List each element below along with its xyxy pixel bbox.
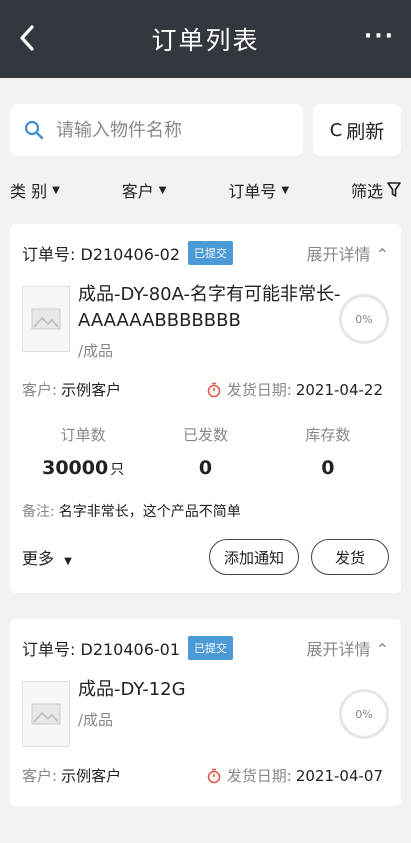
- more-menu-button[interactable]: ···: [364, 24, 395, 49]
- product-category: /成品: [78, 711, 114, 729]
- product-category: /成品: [78, 342, 114, 360]
- chevron-up-icon: ⌃: [375, 245, 389, 264]
- caret-down-icon: ▼: [281, 184, 290, 196]
- caret-down-icon: ▼: [158, 184, 167, 196]
- stat-shipped: 已发数 0: [182, 426, 228, 479]
- product-row: 成品-DY-80A-名字有可能非常长-AAAAAABBBBBBB /成品 0%: [22, 282, 389, 361]
- back-button[interactable]: [10, 18, 44, 58]
- expand-details-link[interactable]: 展开详情 ⌃: [306, 636, 389, 660]
- ship-date: 发货日期: 2021-04-22: [207, 379, 383, 400]
- filter-category-label: 类 别: [10, 182, 48, 201]
- refresh-icon: C: [329, 119, 343, 141]
- image-icon: [31, 308, 61, 330]
- status-badge: 已提交: [188, 636, 234, 660]
- ship-date: 发货日期: 2021-04-07: [207, 765, 383, 786]
- stat-stock: 库存数 0: [305, 426, 351, 479]
- timer-icon: [207, 768, 221, 783]
- order-card: 订单号: D210406-02 已提交 展开详情 ⌃ 成品-DY-80A-名字有…: [10, 224, 401, 593]
- caret-down-icon: ▼: [64, 556, 72, 567]
- order-actions: 更多 ▼ 添加通知 发货: [22, 521, 389, 593]
- top-bar: 订单列表 ···: [0, 0, 411, 78]
- order-number: 订单号: D210406-01: [22, 640, 181, 659]
- order-remark: 备注: 名字非常长，这个产品不简单: [22, 504, 241, 520]
- ship-button[interactable]: 发货: [311, 539, 389, 575]
- timer-icon: [207, 382, 221, 397]
- refresh-button[interactable]: C 刷新: [313, 104, 401, 156]
- product-row: 成品-DY-12G /成品 0%: [22, 677, 389, 747]
- page-title: 订单列表: [151, 26, 260, 55]
- filter-button[interactable]: 筛选: [351, 178, 401, 202]
- search-row: C 刷新: [0, 78, 411, 156]
- order-card-header: 订单号: D210406-02 已提交 展开详情 ⌃: [22, 224, 389, 282]
- order-card: 订单号: D210406-01 已提交 展开详情 ⌃ 成品-DY-12G /成品…: [10, 619, 401, 806]
- expand-details-link[interactable]: 展开详情 ⌃: [306, 241, 389, 265]
- customer-value: 示例客户: [61, 381, 122, 399]
- order-number: 订单号: D210406-02: [22, 245, 181, 264]
- search-box[interactable]: [10, 104, 303, 156]
- search-input[interactable]: [54, 118, 278, 142]
- order-meta: 客户: 示例客户 发货日期: 2021-04-07: [22, 765, 389, 806]
- customer-label: 客户:: [22, 381, 58, 399]
- more-dropdown[interactable]: 更多 ▼: [22, 545, 72, 569]
- refresh-label: 刷新: [346, 120, 385, 143]
- product-name[interactable]: 成品-DY-80A-名字有可能非常长-AAAAAABBBBBBB: [78, 282, 358, 334]
- filter-category[interactable]: 类 别 ▼: [10, 178, 60, 202]
- order-stats: 订单数 30000 只 已发数 0 库存数 0: [22, 424, 389, 479]
- filter-order-no[interactable]: 订单号 ▼: [228, 178, 289, 202]
- progress-circle: 0%: [339, 689, 389, 739]
- stat-order-qty: 订单数 30000 只: [42, 426, 125, 479]
- customer-value: 示例客户: [61, 767, 122, 785]
- status-badge: 已提交: [188, 241, 234, 265]
- order-meta: 客户: 示例客户 发货日期: 2021-04-22: [22, 379, 389, 400]
- funnel-icon: [387, 182, 401, 197]
- product-image-placeholder: [22, 681, 70, 747]
- add-notice-button[interactable]: 添加通知: [208, 539, 299, 575]
- filter-bar: 类 别 ▼ 客户 ▼ 订单号 ▼ 筛选: [0, 156, 411, 224]
- filter-customer[interactable]: 客户 ▼: [122, 178, 167, 202]
- product-image-placeholder: [22, 286, 70, 352]
- progress-circle: 0%: [339, 294, 389, 344]
- filter-button-label: 筛选: [350, 182, 383, 201]
- customer-label: 客户:: [22, 767, 58, 785]
- chevron-left-icon: [20, 25, 34, 51]
- order-card-header: 订单号: D210406-01 已提交 展开详情 ⌃: [22, 619, 389, 677]
- filter-order-no-label: 订单号: [228, 182, 277, 201]
- filter-customer-label: 客户: [121, 182, 154, 201]
- caret-down-icon: ▼: [52, 184, 60, 196]
- product-name[interactable]: 成品-DY-12G: [78, 677, 358, 703]
- chevron-up-icon: ⌃: [375, 640, 389, 659]
- image-icon: [31, 703, 61, 725]
- search-icon: [24, 120, 44, 140]
